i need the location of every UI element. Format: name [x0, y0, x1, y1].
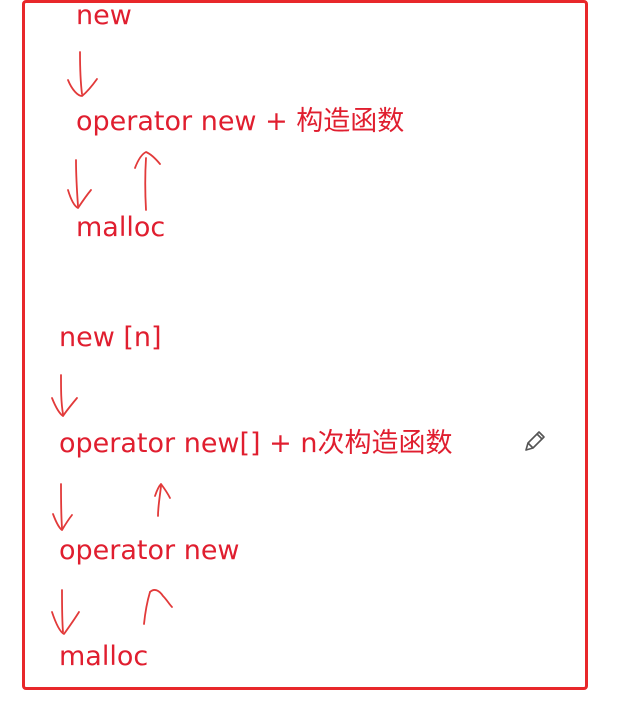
arrow-up-malloc-to-operator-new [134, 151, 161, 211]
arrow-down-new-n-to-operator-new-array [51, 374, 78, 417]
arrow-down-operator-new-to-malloc [67, 159, 92, 209]
arrow-down-new-to-operator-new [67, 51, 98, 97]
arrow-up-malloc-to-operator-new-2 [143, 589, 173, 625]
hand-drawn-arrows [51, 51, 173, 635]
arrow-down-operator-new-array-to-operator-new [52, 483, 73, 531]
arrow-down-operator-new-to-malloc-2 [51, 589, 80, 635]
pencil-icon[interactable] [522, 428, 548, 454]
arrow-up-operator-new-to-operator-new-array [154, 483, 171, 517]
